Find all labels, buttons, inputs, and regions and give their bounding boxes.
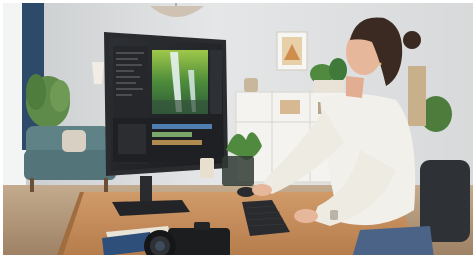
- monitor-icon: [104, 32, 228, 176]
- photo-scene: [0, 0, 476, 258]
- picture-frame-icon: [276, 31, 308, 71]
- plant-icon: [26, 74, 70, 128]
- mouse-icon: [237, 187, 255, 197]
- scene-svg: [0, 0, 476, 258]
- vase-icon: [244, 78, 258, 92]
- lamp-icon: [92, 62, 104, 84]
